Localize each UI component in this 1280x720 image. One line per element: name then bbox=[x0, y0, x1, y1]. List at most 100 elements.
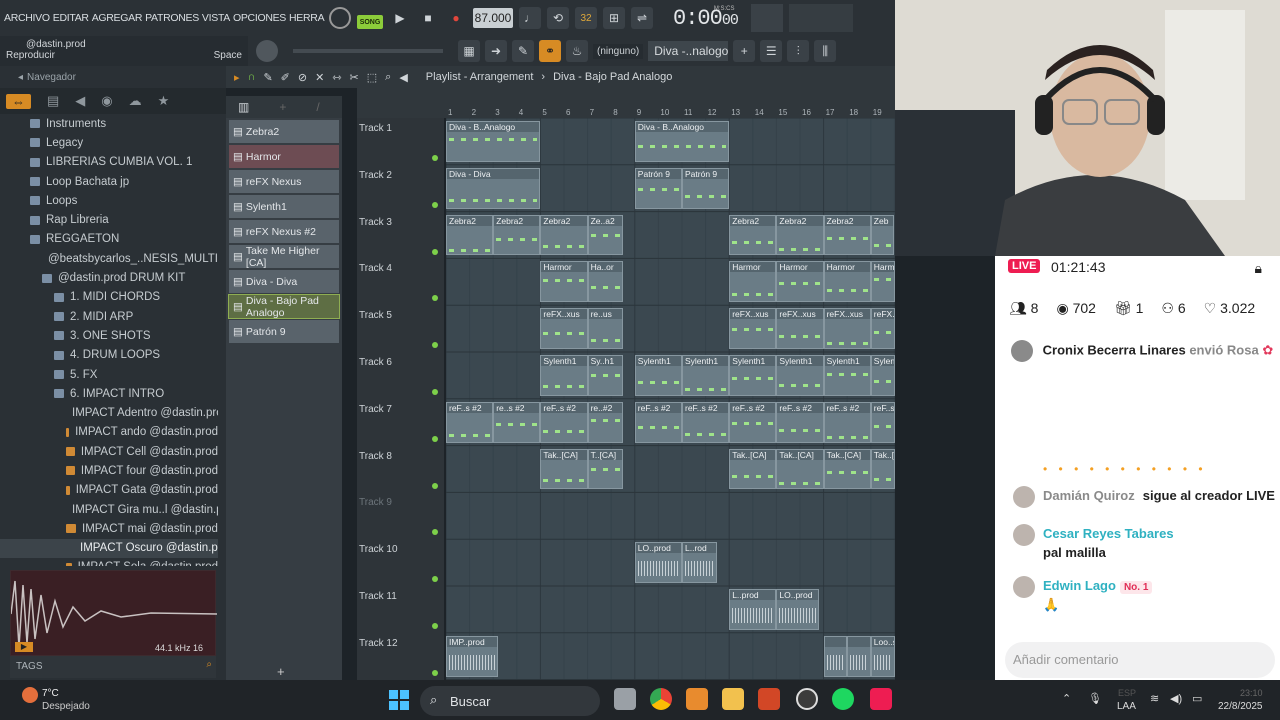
playlist-clip[interactable]: Sylenth1 bbox=[776, 355, 824, 396]
cloud-tab-icon[interactable]: ☁ bbox=[129, 93, 142, 109]
add-icon[interactable]: + bbox=[279, 100, 286, 114]
playlist-clip[interactable]: Sy..h1 bbox=[587, 355, 623, 396]
playlist-clip[interactable]: reFX..xus bbox=[870, 308, 895, 349]
delete-tool-icon[interactable]: ⊘ bbox=[298, 71, 307, 84]
track-header[interactable]: Track 1 bbox=[359, 123, 444, 170]
playlist-clip[interactable]: Harmor bbox=[870, 261, 895, 303]
avatar[interactable] bbox=[1013, 486, 1035, 508]
track-header[interactable]: Track 7 bbox=[359, 404, 444, 451]
pattern-number[interactable]: 32 bbox=[575, 7, 597, 29]
pattern-item[interactable]: ▤ reFX Nexus #2 bbox=[229, 220, 339, 243]
tempo-field[interactable]: 87.000 bbox=[473, 8, 513, 28]
fl-studio-icon[interactable] bbox=[686, 688, 708, 710]
playlist-clip[interactable]: reF..s #2 bbox=[729, 401, 777, 443]
song-mode-button[interactable]: SONG bbox=[357, 15, 383, 29]
playlist-clip[interactable]: Ha..or bbox=[587, 261, 623, 303]
browser-item[interactable]: IMPACT four @dastin.prod bbox=[0, 461, 218, 480]
browser-item[interactable]: REGGAETON bbox=[0, 230, 218, 249]
playlist-clip[interactable]: Patrón 9 bbox=[682, 167, 730, 209]
spotify-icon[interactable] bbox=[832, 688, 854, 710]
playlist-clip[interactable]: LO..prod bbox=[776, 589, 819, 630]
timeline-ruler[interactable]: 1 2 3 4 5 6 7 8 9 10 11 12 13 14 15 16 17 18 19 bbox=[446, 96, 895, 118]
chrome-icon[interactable] bbox=[650, 688, 672, 710]
menu-item[interactable]: AGREGAR bbox=[92, 12, 143, 24]
playlist-clip[interactable]: Tak..[CA] bbox=[540, 448, 588, 490]
playlist-clip[interactable]: Zebra2 bbox=[729, 214, 777, 256]
speaker-tab-icon[interactable]: ◀ bbox=[75, 93, 85, 109]
pattern-item[interactable]: ▤ Sylenth1 bbox=[229, 195, 339, 218]
browser-item[interactable]: IMPACT Gira mu..l @dastin.prod bbox=[0, 500, 218, 519]
browser-item[interactable]: Legacy bbox=[0, 133, 218, 152]
chat-comment[interactable]: Damián Quiroz sigue al creador LIVE bbox=[1013, 486, 1278, 508]
playlist-clip[interactable]: Diva - Diva bbox=[446, 167, 541, 209]
track-mute-led[interactable] bbox=[432, 248, 438, 255]
play-icon[interactable]: ▶ bbox=[389, 7, 411, 29]
date[interactable]: 22/8/2025 bbox=[1218, 701, 1263, 712]
arrow-icon[interactable]: ➜ bbox=[485, 40, 507, 62]
playlist-clip[interactable]: reF..s #2 bbox=[682, 401, 730, 443]
playlist-clip[interactable]: Sylenth1 bbox=[682, 355, 730, 396]
playlist-clip[interactable]: IMP..prod bbox=[446, 635, 498, 677]
playlist-clip[interactable]: reF..s #2 bbox=[823, 401, 871, 443]
menu-item[interactable]: OPCIONES bbox=[233, 12, 286, 24]
playlist-clip[interactable]: Patrón 9 bbox=[634, 167, 682, 209]
track-header[interactable]: Track 2 bbox=[359, 170, 444, 217]
playlist-clip[interactable]: Loo..ster bbox=[870, 635, 895, 677]
playlist-icon[interactable]: ☰ bbox=[760, 40, 783, 62]
track-header[interactable]: Track 8 bbox=[359, 451, 444, 498]
browser-item[interactable]: 5. FX bbox=[0, 365, 218, 384]
pattern-item[interactable]: ▤ Harmor bbox=[229, 145, 339, 168]
menu-item[interactable]: VISTA bbox=[202, 12, 230, 24]
track-mute-led[interactable] bbox=[432, 389, 438, 395]
playlist-clip[interactable]: L..prod bbox=[729, 589, 777, 630]
clock[interactable]: 23:10 bbox=[1240, 688, 1263, 698]
pattern-item[interactable]: ▤ Patrón 9 bbox=[229, 320, 339, 343]
stat-item[interactable]: 🎁︎ 1 bbox=[1114, 300, 1143, 317]
pencil-tool-icon[interactable]: ✎ bbox=[263, 71, 272, 84]
metronome-icon[interactable]: ♩ bbox=[519, 7, 541, 29]
track-mute-led[interactable] bbox=[432, 201, 438, 208]
playlist-clip[interactable]: Zeb bbox=[870, 214, 895, 256]
playlist-clip[interactable] bbox=[847, 635, 871, 677]
avatar[interactable] bbox=[1013, 524, 1035, 546]
office-icon[interactable] bbox=[758, 688, 780, 710]
track-header[interactable]: Track 6 bbox=[359, 357, 444, 404]
stat-item[interactable]: ⚇ 6 bbox=[1161, 300, 1185, 317]
playlist-clip[interactable]: reFX..xus bbox=[540, 308, 588, 349]
playlist-clip[interactable]: re..us bbox=[587, 308, 623, 349]
playlist-clip[interactable]: reFX..xus bbox=[823, 308, 871, 349]
playlist-clip[interactable]: Zebra2 bbox=[776, 214, 824, 256]
track-mute-led[interactable] bbox=[432, 576, 438, 583]
channel-rack-icon[interactable]: ⫶ bbox=[787, 40, 810, 62]
stamp-icon[interactable]: ♨ bbox=[566, 40, 588, 62]
select-tool-icon[interactable]: ⬚ bbox=[367, 71, 377, 84]
microphone-icon[interactable]: 🎙︎ bbox=[1088, 692, 1102, 705]
track-header[interactable]: Track 10 bbox=[359, 544, 444, 591]
browser-item[interactable]: IMPACT Adentro @dastin.prod bbox=[0, 403, 218, 422]
piano-icon[interactable]: ▥ bbox=[238, 100, 249, 114]
taskbar-search[interactable]: ⌕ Buscar bbox=[420, 686, 600, 716]
browser-item[interactable]: 2. MIDI ARP bbox=[0, 307, 218, 326]
playlist-clip[interactable]: LO..prod bbox=[634, 542, 682, 583]
playlist-clip[interactable]: Zebra2 bbox=[823, 214, 871, 256]
avatar[interactable] bbox=[1013, 576, 1035, 598]
playlist-clip[interactable]: reFX..xus bbox=[729, 308, 777, 349]
playlist-grid[interactable]: Diva - B..Analogo Diva - B..Analogo Diva -… bbox=[446, 118, 895, 680]
playlist-clip[interactable]: Tak..[CA] bbox=[776, 448, 824, 490]
magnet-icon[interactable]: ∩ bbox=[248, 71, 256, 83]
playlist-clip[interactable]: Harmor bbox=[776, 261, 824, 303]
record-icon[interactable]: ● bbox=[445, 7, 467, 29]
blend-icon[interactable]: ⇌ bbox=[631, 7, 653, 29]
stat-item[interactable]: 👥︎ 8 bbox=[1009, 300, 1038, 317]
track-mute-led[interactable] bbox=[432, 529, 438, 536]
stat-item[interactable]: ◉ 702 bbox=[1056, 300, 1095, 317]
playlist-clip[interactable]: Sylenth1 bbox=[870, 355, 895, 396]
playlist-clip[interactable]: reF..s #2 bbox=[446, 401, 494, 443]
playlist-clip[interactable]: reF..s #2 bbox=[870, 401, 895, 443]
task-view-icon[interactable] bbox=[614, 688, 636, 710]
star-tab-icon[interactable]: ★ bbox=[158, 93, 170, 109]
playlist-clip[interactable]: Harmor bbox=[729, 261, 777, 303]
playlist-clip[interactable] bbox=[823, 635, 848, 677]
browser-item[interactable]: Rap Libreria bbox=[0, 210, 218, 229]
chevron-left-icon[interactable]: ◂ bbox=[18, 72, 23, 83]
